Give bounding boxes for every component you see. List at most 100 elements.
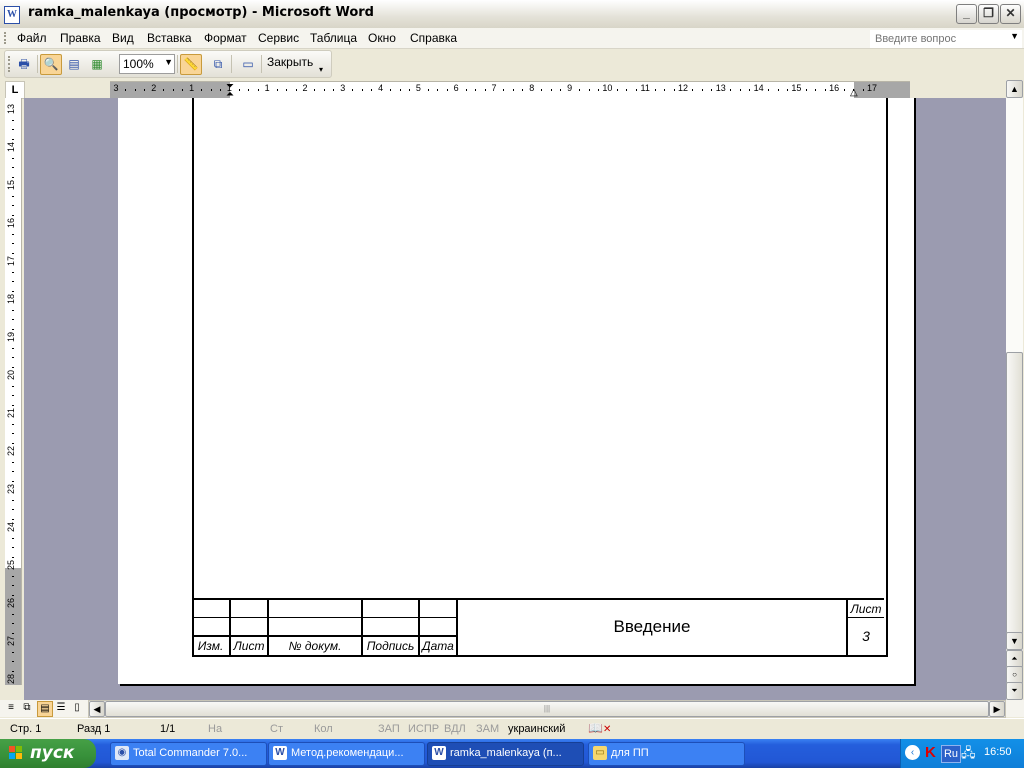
ruler-tick	[626, 89, 628, 91]
print-preview-toolbar: 🖶 🔍 ▤ ▦ 100% ▼ 📏 ⧉ ▭ Закрыть ▾	[4, 50, 332, 78]
ruler-tick	[352, 89, 354, 91]
spelling-status-icon[interactable]: 📖✕	[588, 721, 611, 735]
status-trk[interactable]: ИСПР	[408, 723, 439, 735]
vertical-ruler[interactable]: 13 14 15 16 17 18 19 20 21 22 23 24 25 26 27 28	[5, 98, 22, 685]
vertical-scrollbar[interactable]: ▲ ▼ ⏶ ○ ⏷	[1006, 80, 1023, 700]
menu-edit[interactable]: Правка	[60, 31, 101, 45]
menu-view[interactable]: Вид	[112, 31, 134, 45]
ruler-label: 25	[6, 560, 16, 571]
scroll-down-icon[interactable]: ▼	[1006, 632, 1023, 650]
start-button[interactable]: пуск	[0, 739, 96, 768]
ruler-tick	[503, 89, 505, 91]
tab-selector[interactable]: L	[5, 81, 25, 99]
scroll-up-icon[interactable]: ▲	[1006, 80, 1023, 98]
zoom-select[interactable]: 100% ▼	[119, 54, 175, 74]
task-button-metod[interactable]: W Метод.рекомендаци...	[268, 742, 425, 766]
close-preview-button[interactable]: Закрыть	[267, 55, 313, 69]
ruler-tick	[597, 89, 599, 91]
multiple-pages-icon[interactable]: ▦	[86, 54, 108, 75]
ruler-tick	[163, 89, 165, 91]
status-rec[interactable]: ЗАП	[378, 723, 400, 735]
language-indicator[interactable]: Ru	[941, 745, 961, 763]
network-icon[interactable]: 🖧	[961, 744, 976, 766]
ruler-label: 3	[340, 83, 346, 93]
task-button-folder[interactable]: ▭ для ПП	[588, 742, 745, 766]
ruler-tick	[182, 89, 184, 91]
next-page-icon[interactable]: ⏷	[1006, 682, 1023, 700]
scroll-right-icon[interactable]: ▶	[989, 701, 1005, 717]
help-question-input[interactable]	[875, 32, 1003, 46]
ruler-tick	[12, 442, 14, 444]
reading-layout-icon[interactable]: ▯	[70, 701, 84, 715]
web-layout-icon[interactable]: ⧉	[20, 701, 34, 715]
stamp-header-izm: Изм.	[192, 636, 231, 656]
ruler-tick	[12, 271, 14, 273]
status-ext[interactable]: ВДЛ	[444, 723, 466, 735]
view-ruler-icon[interactable]: 📏	[180, 54, 202, 75]
ruler-label: 5	[415, 83, 421, 93]
ruler-tick	[12, 518, 14, 520]
restore-icon[interactable]: ❐	[978, 4, 999, 24]
ruler-tick	[465, 89, 467, 91]
toolbar-grip[interactable]	[8, 56, 12, 72]
show-hidden-icons-icon[interactable]: ‹	[905, 745, 920, 760]
stamp-cell	[231, 598, 269, 618]
one-page-icon[interactable]: ▤	[63, 54, 85, 75]
ruler-tick	[219, 89, 221, 91]
scroll-thumb[interactable]	[1006, 352, 1023, 634]
full-screen-icon[interactable]: ▭	[237, 54, 259, 75]
normal-view-icon[interactable]: ≡	[4, 701, 18, 715]
window-title: ramka_malenkaya (просмотр) - Microsoft W…	[28, 5, 374, 20]
magnifier-icon[interactable]: 🔍	[40, 54, 62, 75]
chevron-down-icon[interactable]: ▼	[164, 57, 173, 67]
menu-format[interactable]: Формат	[204, 31, 247, 45]
word-doc-icon: W	[273, 746, 287, 760]
menu-grip[interactable]	[4, 32, 8, 44]
print-layout-icon[interactable]: ▤	[37, 701, 53, 717]
menu-file[interactable]: Файл	[17, 31, 47, 45]
document-area[interactable]: Изм. Лист № докум. Подпись Дата Введение…	[24, 98, 1006, 700]
title-bar[interactable]: W ramka_malenkaya (просмотр) - Microsoft…	[0, 0, 1024, 29]
ruler-label: 2	[151, 83, 157, 93]
menu-help[interactable]: Справка	[410, 31, 457, 45]
horizontal-ruler[interactable]: ⏷ ⏶ △ 3 2 1 1 1 2 3 4 5 6 7 8 9 10 11 12 13 14 15 16 17	[110, 81, 910, 100]
ruler-tick	[12, 347, 14, 349]
menu-window[interactable]: Окно	[368, 31, 396, 45]
chevron-down-icon[interactable]: ▼	[1010, 31, 1019, 41]
ruler-tick	[12, 129, 14, 130]
scroll-left-icon[interactable]: ◀	[89, 701, 105, 717]
minimize-icon[interactable]: _	[956, 4, 977, 24]
ruler-tick	[12, 461, 14, 463]
ruler-tick	[12, 167, 14, 168]
ruler-label: 16	[6, 218, 16, 229]
menu-insert[interactable]: Вставка	[147, 31, 192, 45]
help-question-box[interactable]: ▼	[870, 30, 1022, 48]
ruler-tick	[144, 89, 146, 91]
toolbar-separator	[261, 55, 262, 73]
clock[interactable]: 16:50	[984, 746, 1012, 758]
status-language[interactable]: украинский	[508, 723, 565, 735]
outline-view-icon[interactable]: ☰	[54, 701, 68, 715]
task-button-ramka[interactable]: W ramka_malenkaya (п...	[427, 742, 584, 766]
ruler-label: 18	[6, 294, 16, 305]
stamp-cell	[231, 618, 269, 636]
horizontal-scrollbar[interactable]: ◀ ||| ▶	[88, 700, 1006, 718]
menu-table[interactable]: Таблица	[310, 31, 357, 45]
close-icon[interactable]: ✕	[1000, 4, 1021, 24]
ruler-tick	[399, 89, 401, 91]
toolbar-options-icon[interactable]: ▾	[319, 65, 323, 74]
shrink-to-fit-icon[interactable]: ⧉	[207, 54, 229, 75]
task-button-total-commander[interactable]: ◉ Total Commander 7.0...	[110, 742, 267, 766]
print-icon[interactable]: 🖶	[13, 54, 35, 75]
menu-tools[interactable]: Сервис	[258, 31, 299, 45]
ruler-label: 27	[6, 636, 16, 647]
zoom-value: 100%	[123, 57, 154, 71]
ruler-tick	[238, 89, 240, 91]
kaspersky-icon[interactable]: K	[925, 744, 936, 761]
ruler-tick	[276, 89, 278, 91]
status-pages: 1/1	[160, 723, 176, 735]
status-ovr[interactable]: ЗАМ	[476, 723, 499, 735]
word-doc-icon[interactable]: W	[4, 6, 20, 24]
scroll-thumb[interactable]: |||	[105, 701, 989, 717]
ruler-tick	[12, 623, 14, 624]
